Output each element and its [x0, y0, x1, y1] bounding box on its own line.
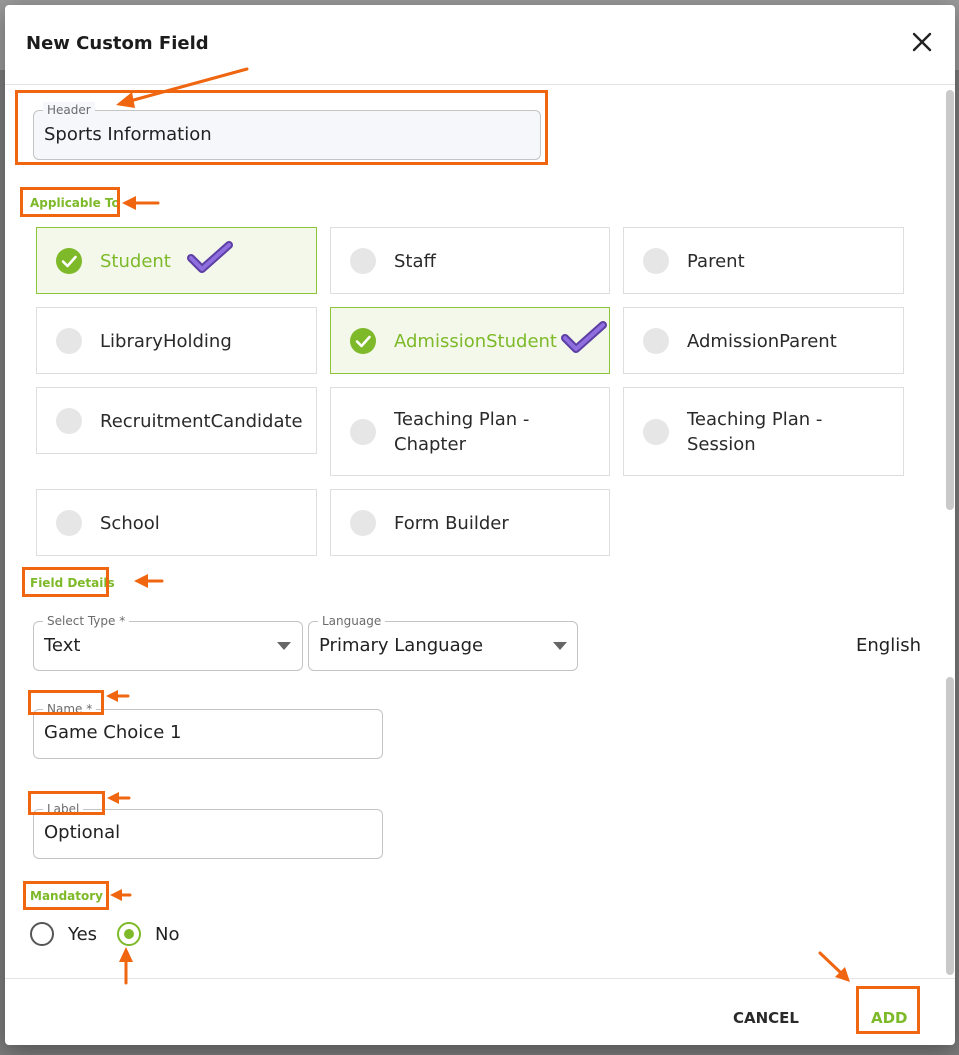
annotation-arrows: [106, 67, 850, 985]
